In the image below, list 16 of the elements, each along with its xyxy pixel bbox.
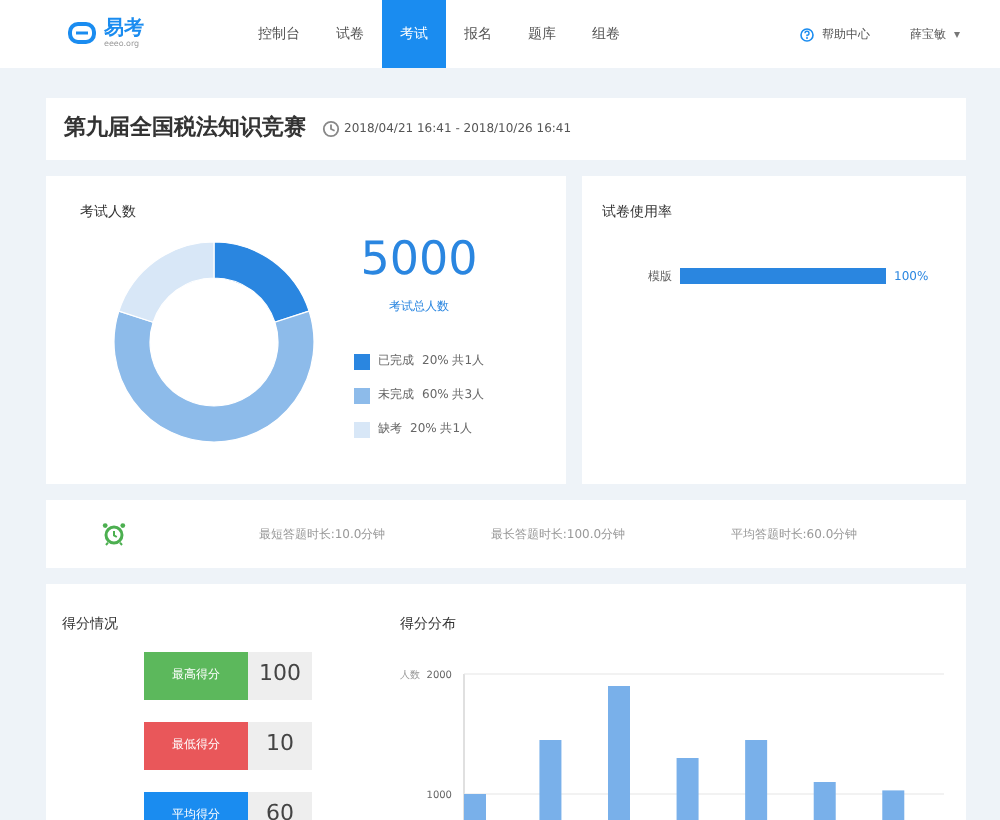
logo-icon (68, 22, 96, 46)
chart-bar (464, 793, 486, 820)
exam-title: 第九届全国税法知识竞赛 (64, 112, 306, 145)
chart-bar (608, 685, 630, 820)
chart-bar (676, 757, 699, 820)
alarm-clock-icon (102, 522, 126, 546)
total-count: 5000 (360, 238, 478, 284)
clock-icon (322, 120, 340, 138)
logo-name: 易考 (104, 20, 144, 40)
chart-bar (745, 739, 768, 820)
score-value: 10 (248, 721, 312, 769)
chart-bar (813, 781, 836, 820)
chart-bar (882, 789, 905, 820)
score-value: 100 (248, 651, 312, 699)
help-icon[interactable] (799, 27, 814, 41)
chart-bar (539, 739, 562, 820)
